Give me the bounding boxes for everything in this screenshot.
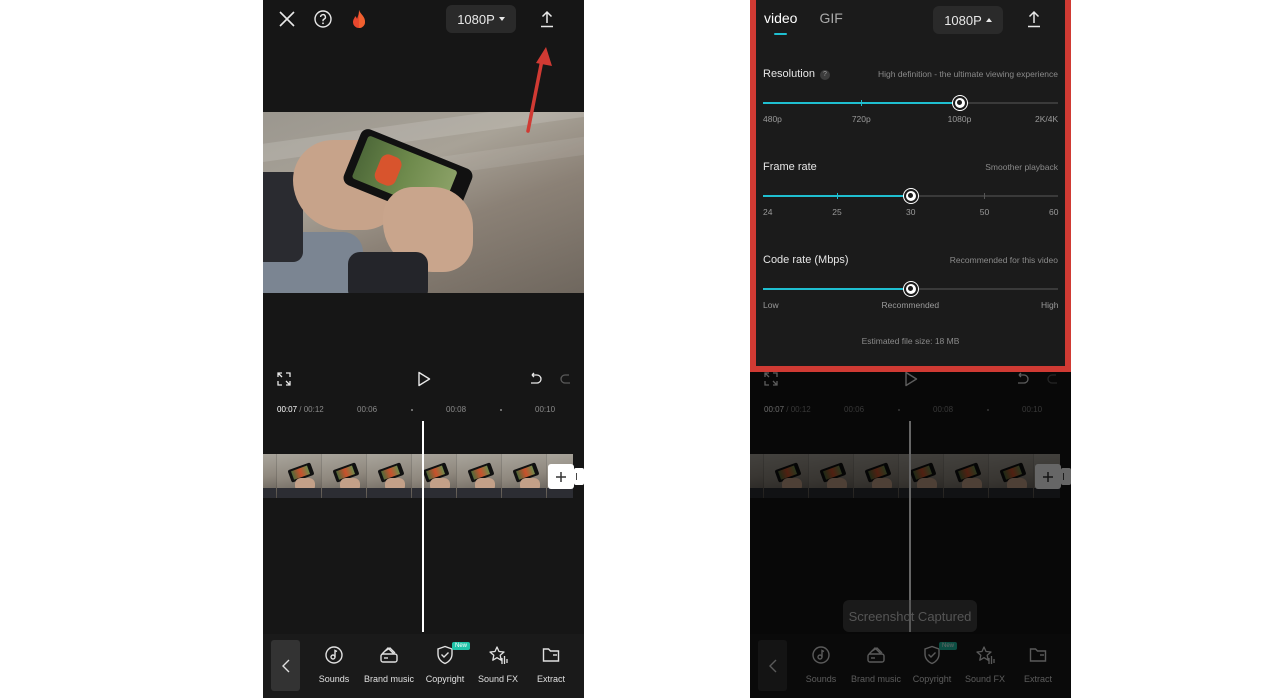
export-settings-panel: video GIF 1080P Resolution? High definit… bbox=[750, 0, 1071, 372]
frame-rate-options: 24 25 30 50 60 bbox=[763, 207, 1058, 219]
time-marker: 00:06 bbox=[357, 405, 378, 414]
caret-up-icon bbox=[985, 18, 992, 22]
brand-music-icon bbox=[379, 644, 399, 666]
slider-option-label[interactable]: High bbox=[1041, 300, 1058, 310]
tool-copyright[interactable]: Copyright bbox=[415, 644, 475, 690]
music-note-icon bbox=[325, 644, 343, 666]
code-rate-hint: Recommended for this video bbox=[949, 255, 1058, 265]
resolution-label: 1080P bbox=[944, 12, 982, 28]
export-settings-screen: 00:07 / 00:12 00:06 00:08 00:10 Sounds bbox=[750, 0, 1071, 698]
slider-option-label[interactable]: 480p bbox=[763, 114, 782, 124]
slider-option-label[interactable]: 24 bbox=[763, 207, 772, 217]
video-clip-track[interactable] bbox=[263, 454, 573, 498]
slider-tick bbox=[984, 193, 986, 199]
video-preview[interactable] bbox=[263, 112, 584, 293]
slider-option-label[interactable]: 30 bbox=[906, 207, 915, 217]
tool-sounds[interactable]: Sounds bbox=[304, 644, 364, 690]
frame-rate-setting: Frame rate Smoother playback 24 25 30 50 60 bbox=[763, 161, 1058, 219]
slider-knob[interactable] bbox=[903, 189, 918, 203]
clip-frame bbox=[367, 454, 412, 498]
format-tabs: video GIF bbox=[764, 10, 843, 35]
tool-extract[interactable]: Extract bbox=[521, 644, 581, 690]
star-sound-icon bbox=[488, 644, 508, 666]
resolution-hint: High definition - the ultimate viewing e… bbox=[877, 69, 1058, 79]
slider-fill bbox=[763, 288, 911, 290]
tool-sound-fx[interactable]: Sound FX bbox=[468, 644, 528, 690]
clip-handle[interactable] bbox=[574, 468, 584, 485]
fullscreen-icon[interactable] bbox=[276, 371, 292, 387]
caret-down-icon bbox=[498, 17, 505, 21]
flame-icon[interactable] bbox=[349, 8, 369, 30]
upload-icon[interactable] bbox=[537, 9, 557, 29]
current-time: 00:07 bbox=[277, 405, 298, 414]
back-button[interactable] bbox=[271, 640, 300, 691]
resolution-setting: Resolution? High definition - the ultima… bbox=[763, 68, 1058, 126]
help-icon[interactable] bbox=[313, 9, 333, 29]
time-marker: 00:08 bbox=[446, 405, 467, 414]
tab-video[interactable]: video bbox=[764, 10, 797, 35]
redo-icon[interactable] bbox=[557, 370, 575, 388]
slider-option-label[interactable]: 2K/4K bbox=[1035, 114, 1058, 124]
editor-screen: 1080P 00:07 / 00:12 00:06 00:08 00:10 So… bbox=[263, 0, 584, 698]
add-clip-button[interactable] bbox=[548, 464, 574, 489]
preview-sleeve bbox=[348, 252, 428, 293]
code-rate-setting: Code rate (Mbps) Recommended for this vi… bbox=[763, 254, 1058, 312]
new-badge: New bbox=[452, 642, 471, 650]
frame-rate-slider[interactable] bbox=[763, 189, 1058, 203]
time-dot bbox=[411, 409, 413, 411]
bottom-toolbar: Sounds Brand music Copyright Sound FX Ex… bbox=[263, 634, 584, 698]
resolution-title: Resolution? bbox=[763, 68, 830, 80]
playback-controls bbox=[263, 365, 584, 393]
slider-option-label[interactable]: 25 bbox=[832, 207, 841, 217]
slider-option-label[interactable]: 1080p bbox=[948, 114, 972, 124]
play-icon[interactable] bbox=[415, 370, 433, 388]
screenshot-toast: Screenshot Captured bbox=[843, 600, 977, 632]
time-marker: 00:10 bbox=[535, 405, 556, 414]
slider-option-label[interactable]: 720p bbox=[852, 114, 871, 124]
upload-icon[interactable] bbox=[1024, 9, 1044, 29]
clip-frame bbox=[457, 454, 502, 498]
slider-tick bbox=[861, 100, 863, 106]
resolution-slider[interactable] bbox=[763, 96, 1058, 110]
frame-rate-title: Frame rate bbox=[763, 161, 817, 173]
slider-knob[interactable] bbox=[952, 96, 967, 110]
total-time: 00:12 bbox=[303, 405, 324, 414]
slider-option-label[interactable]: Recommended bbox=[882, 300, 940, 310]
resolution-dropdown[interactable]: 1080P bbox=[446, 5, 516, 33]
chevron-left-icon bbox=[281, 659, 289, 672]
top-bar: 1080P bbox=[263, 0, 584, 40]
slider-option-label[interactable]: 60 bbox=[1049, 207, 1058, 217]
frame-rate-hint: Smoother playback bbox=[985, 162, 1058, 172]
time-dot bbox=[500, 409, 502, 411]
clip-frame bbox=[502, 454, 547, 498]
timecode: 00:07 / 00:12 bbox=[277, 405, 324, 414]
resolution-dropdown[interactable]: 1080P bbox=[933, 6, 1003, 34]
undo-icon[interactable] bbox=[526, 370, 544, 388]
tool-brand-music[interactable]: Brand music bbox=[359, 644, 419, 690]
tab-gif[interactable]: GIF bbox=[819, 10, 842, 34]
playhead[interactable] bbox=[422, 421, 424, 632]
resolution-options: 480p 720p 1080p 2K/4K bbox=[763, 114, 1058, 126]
plus-icon bbox=[556, 471, 566, 482]
help-icon[interactable]: ? bbox=[819, 70, 830, 80]
code-rate-options: Low Recommended High bbox=[763, 300, 1058, 312]
resolution-label: 1080P bbox=[457, 11, 495, 27]
clip-frame bbox=[412, 454, 457, 498]
estimated-file-size: Estimated file size: 18 MB bbox=[861, 336, 960, 346]
slider-knob[interactable] bbox=[903, 282, 918, 296]
close-icon[interactable] bbox=[277, 9, 297, 29]
code-rate-slider[interactable] bbox=[763, 282, 1058, 296]
folder-icon bbox=[542, 644, 560, 666]
slider-option-label[interactable]: 50 bbox=[980, 207, 989, 217]
slider-option-label[interactable]: Low bbox=[763, 300, 779, 310]
clip-frame bbox=[277, 454, 322, 498]
code-rate-title: Code rate (Mbps) bbox=[763, 254, 849, 266]
timeline-ruler[interactable]: 00:07 / 00:12 00:06 00:08 00:10 bbox=[263, 401, 584, 419]
clip-frame bbox=[322, 454, 367, 498]
slider-tick bbox=[836, 193, 838, 199]
